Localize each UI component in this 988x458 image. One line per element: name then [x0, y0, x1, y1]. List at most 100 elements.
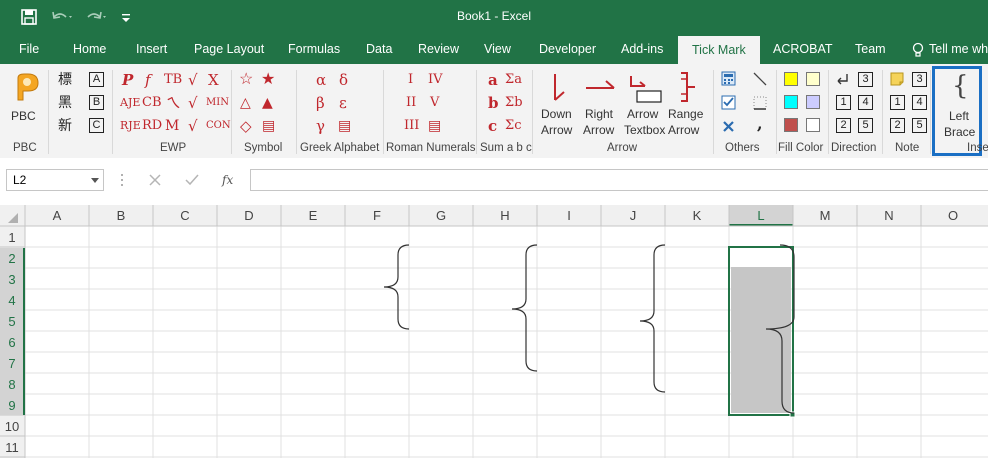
ewp-tb-button[interactable]: TB [164, 72, 182, 88]
note-5-button[interactable]: 5 [912, 118, 927, 133]
column-header-l[interactable]: L [757, 208, 764, 223]
fill-lavender-button[interactable] [806, 95, 820, 109]
roman-3-button[interactable]: III [404, 118, 419, 134]
sum-c-button[interactable]: c [488, 118, 497, 134]
ewp-tick-button[interactable]: √ [188, 72, 198, 88]
ewp-cb-button[interactable]: CB [142, 95, 162, 111]
gamma-button[interactable]: γ [316, 118, 325, 134]
symbol-more-button[interactable]: ▤ [262, 118, 275, 134]
roman-2-button[interactable]: II [406, 95, 416, 111]
star-outline-button[interactable]: ☆ [239, 71, 253, 87]
boxed-c-button[interactable]: C [89, 118, 104, 133]
ewp-rje-button[interactable]: RJE [120, 118, 141, 134]
sum-a-button[interactable]: a [488, 72, 498, 88]
column-header-b[interactable]: B [117, 208, 126, 223]
ewp-f-button[interactable]: f [145, 72, 151, 88]
row-header-8[interactable]: 8 [8, 377, 15, 392]
checkbox-icon[interactable] [721, 95, 736, 110]
fill-yellow-button[interactable] [784, 72, 798, 86]
ewp-min-button[interactable]: MIN [206, 95, 229, 111]
tab-developer[interactable]: Developer [539, 42, 596, 56]
column-header-f[interactable]: F [373, 208, 381, 223]
ewp-rd-button[interactable]: RD [142, 118, 162, 134]
note-4-button[interactable]: 4 [912, 95, 927, 110]
tab-view[interactable]: View [484, 42, 511, 56]
name-box[interactable]: L2 [6, 169, 104, 191]
column-header-o[interactable]: O [948, 208, 958, 223]
comma-button[interactable]: , [757, 116, 763, 132]
tab-page-layout[interactable]: Page Layout [194, 42, 264, 56]
roman-5-button[interactable]: V [430, 95, 439, 111]
row-header-1[interactable]: 1 [8, 230, 15, 245]
down-arrow-button[interactable]: Down Arrow [538, 68, 578, 140]
ewp-aje-button[interactable]: AJE [120, 95, 140, 111]
range-arrow-button[interactable]: Range Arrow [668, 68, 708, 140]
alpha-button[interactable]: α [316, 72, 326, 88]
triangle-outline-button[interactable]: △ [240, 95, 251, 111]
row-header-7[interactable]: 7 [8, 356, 15, 371]
column-header-m[interactable]: M [820, 208, 831, 223]
tab-home[interactable]: Home [73, 42, 106, 56]
direction-2-button[interactable]: 2 [836, 118, 851, 133]
fill-cyan-button[interactable] [784, 95, 798, 109]
direction-5-button[interactable]: 5 [858, 118, 873, 133]
row-header-2[interactable]: 2 [8, 251, 15, 266]
diamond-button[interactable]: ◇ [240, 118, 252, 134]
tab-formulas[interactable]: Formulas [288, 42, 340, 56]
roman-1-button[interactable]: I [408, 72, 413, 88]
x-mark-icon[interactable] [721, 119, 736, 134]
font-xin-button[interactable]: 新 [58, 118, 72, 134]
row-header-5[interactable]: 5 [8, 314, 15, 329]
fill-none-button[interactable] [806, 118, 820, 132]
beta-button[interactable]: β [316, 95, 325, 111]
right-arrow-button[interactable]: Right Arrow [582, 68, 620, 140]
row-header-9[interactable]: 9 [8, 398, 15, 413]
epsilon-button[interactable]: ε [339, 95, 347, 111]
fill-red-button[interactable] [784, 118, 798, 132]
greek-more-button[interactable]: ▤ [338, 118, 351, 134]
ewp-con-button[interactable]: CON [206, 118, 231, 134]
grip-icon[interactable] [120, 173, 124, 187]
left-brace-shape-3[interactable] [639, 244, 666, 393]
ewp-x-button[interactable]: X [208, 72, 219, 88]
sum-sigma-c-button[interactable]: Σc [505, 118, 521, 134]
row-header-3[interactable]: 3 [8, 272, 15, 287]
direction-1-button[interactable]: 1 [836, 95, 851, 110]
tell-me-search[interactable]: Tell me wh [929, 42, 988, 56]
tab-tick-mark[interactable]: Tick Mark [678, 36, 760, 64]
star-filled-button[interactable]: ★ [261, 71, 275, 87]
triangle-filled-button[interactable]: ▲ [262, 95, 273, 111]
column-header-e[interactable]: E [309, 208, 318, 223]
cancel-icon[interactable] [148, 173, 162, 187]
formula-input[interactable] [250, 169, 988, 191]
column-header-j[interactable]: J [630, 208, 637, 223]
arrow-textbox-button[interactable]: Arrow Textbox [623, 68, 667, 140]
row-header-11[interactable]: 11 [5, 440, 19, 455]
sum-sigma-b-button[interactable]: Σb [505, 95, 523, 111]
column-header-d[interactable]: D [244, 208, 253, 223]
ewp-hook-button[interactable]: ㄟ [166, 95, 181, 111]
note-1-button[interactable]: 1 [890, 95, 905, 110]
pbc-button[interactable]: PBC [8, 68, 44, 134]
left-brace-shape-1[interactable] [383, 244, 410, 330]
delta-button[interactable]: δ [339, 72, 348, 88]
tab-file[interactable]: File [19, 42, 39, 56]
roman-4-button[interactable]: IV [428, 72, 443, 88]
tab-data[interactable]: Data [366, 42, 392, 56]
note-2-button[interactable]: 2 [890, 118, 905, 133]
note-3-button[interactable]: 3 [912, 72, 927, 87]
column-header-i[interactable]: I [567, 208, 571, 223]
sum-sigma-a-button[interactable]: Σa [505, 72, 522, 88]
column-header-a[interactable]: A [53, 208, 62, 223]
column-header-c[interactable]: C [180, 208, 189, 223]
border-dots-icon[interactable] [752, 95, 768, 111]
ewp-p-button[interactable]: P [122, 72, 133, 88]
diagonal-line-icon[interactable] [752, 71, 768, 87]
chevron-down-icon[interactable] [91, 178, 99, 183]
row-header-10[interactable]: 10 [5, 419, 19, 434]
font-kai-button[interactable]: 標 [58, 72, 72, 88]
insert-function-button[interactable]: fx [222, 173, 233, 187]
boxed-a-button[interactable]: A [89, 72, 104, 87]
direction-4-button[interactable]: 4 [858, 95, 873, 110]
boxed-b-button[interactable]: B [89, 95, 104, 110]
